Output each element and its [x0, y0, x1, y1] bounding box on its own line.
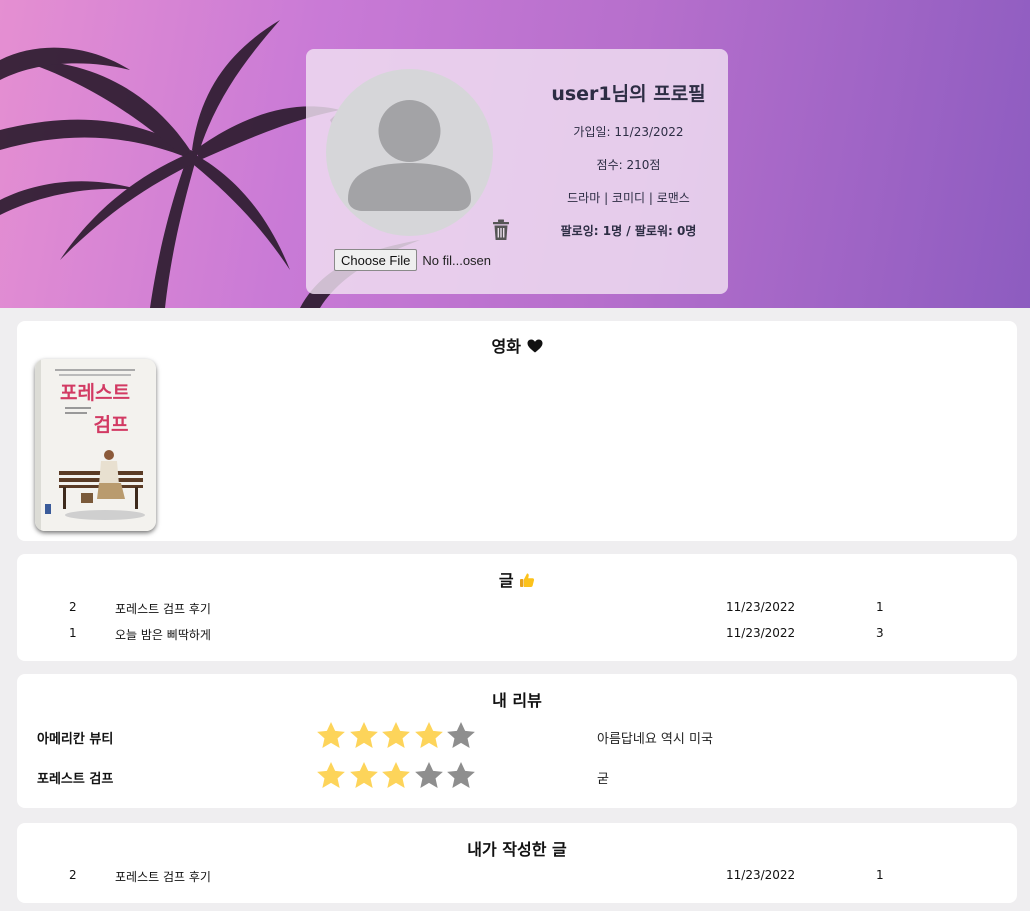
post-count: 3 [876, 626, 884, 640]
favorite-genres: 드라마 | 코미디 | 로맨스 [567, 191, 690, 205]
trash-icon[interactable] [491, 219, 511, 241]
star-rating [315, 760, 478, 792]
profile-header: Choose File No fil...osen user1님의 프로필 가입… [0, 0, 1030, 308]
movies-title-text: 영화 [491, 337, 521, 356]
join-date: 가입일: 11/23/2022 [573, 125, 684, 139]
review-comment: 굳 [597, 772, 609, 787]
star-empty-icon [447, 762, 475, 788]
table-row[interactable]: 2 포레스트 검프 후기 11/23/2022 1 [17, 600, 1017, 620]
review-comment: 아름답네요 역시 미국 [597, 732, 713, 747]
table-row[interactable]: 2 포레스트 검프 후기 11/23/2022 1 [17, 868, 1017, 888]
choose-file-button[interactable]: Choose File [334, 249, 418, 271]
post-date: 11/23/2022 [726, 600, 796, 614]
post-date: 11/23/2022 [726, 868, 796, 882]
posts-title: 글 [17, 567, 1017, 591]
forrest-gump-poster-image: 포레스트 검프 [35, 359, 156, 531]
review-row[interactable]: 아메리칸 뷰티 아름답네요 역시 미국 [17, 720, 1017, 752]
post-count: 1 [876, 868, 884, 882]
profile-info: user1님의 프로필 가입일: 11/23/2022 점수: 210점 드라마… [541, 79, 716, 256]
star-filled-icon [349, 722, 378, 748]
table-row[interactable]: 1 오늘 밤은 삐딱하게 11/23/2022 3 [17, 626, 1017, 646]
post-number: 1 [69, 626, 77, 640]
user-silhouette-icon [348, 100, 471, 211]
file-upload: Choose File No fil...osen [334, 249, 491, 271]
star-filled-icon [382, 762, 410, 788]
svg-text:검프: 검프 [94, 414, 129, 436]
post-count: 1 [876, 600, 884, 614]
post-title-link[interactable]: 오늘 밤은 삐딱하게 [115, 626, 211, 643]
star-filled-icon [317, 722, 345, 748]
reviews-panel: 내 리뷰 아메리칸 뷰티 아름답네요 역시 미국 포레스트 검프 굳 [17, 674, 1017, 808]
my-posts-title: 내가 작성한 글 [467, 840, 567, 859]
movies-title: 영화 [17, 333, 1017, 357]
heart-icon [527, 339, 543, 353]
posts-panel: 글 2 포레스트 검프 후기 11/23/2022 1 1 오늘 밤은 삐딱하게… [17, 554, 1017, 661]
svg-text:포레스트: 포레스트 [60, 382, 130, 404]
post-number: 2 [69, 600, 77, 614]
follow-counts[interactable]: 팔로잉: 1명 / 팔로워: 0명 [541, 223, 716, 256]
review-movie-title[interactable]: 포레스트 검프 [37, 768, 113, 787]
movie-poster[interactable]: 포레스트 검프 [35, 359, 156, 531]
file-status-text: No fil...osen [422, 252, 492, 268]
post-date: 11/23/2022 [726, 626, 796, 640]
my-posts-panel: 내가 작성한 글 2 포레스트 검프 후기 11/23/2022 1 [17, 823, 1017, 903]
star-filled-icon [414, 722, 443, 748]
star-empty-icon [447, 722, 475, 748]
star-empty-icon [414, 762, 443, 788]
post-title-link[interactable]: 포레스트 검프 후기 [115, 868, 211, 885]
posts-title-text: 글 [498, 571, 514, 590]
star-filled-icon [349, 762, 378, 788]
post-title-link[interactable]: 포레스트 검프 후기 [115, 600, 211, 617]
star-filled-icon [317, 762, 345, 788]
profile-title: user1님의 프로필 [551, 83, 706, 105]
reviews-title: 내 리뷰 [492, 691, 542, 710]
profile-card: Choose File No fil...osen user1님의 프로필 가입… [306, 49, 728, 294]
star-rating [315, 720, 478, 752]
thumbs-up-icon [520, 573, 535, 587]
movies-panel: 영화 포레스트 검프 [17, 321, 1017, 541]
star-filled-icon [382, 722, 410, 748]
review-movie-title[interactable]: 아메리칸 뷰티 [37, 728, 113, 747]
review-row[interactable]: 포레스트 검프 굳 [17, 760, 1017, 792]
avatar [326, 69, 493, 236]
score: 점수: 210점 [596, 158, 661, 172]
post-number: 2 [69, 868, 77, 882]
